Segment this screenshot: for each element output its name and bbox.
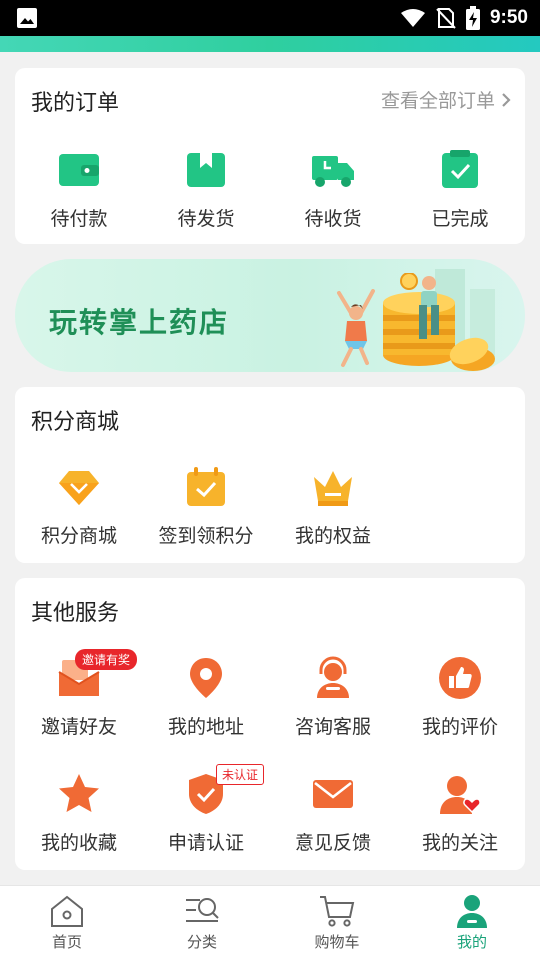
location-pin-icon: [190, 658, 222, 698]
order-pending-shipment-label: 待发货: [177, 208, 235, 230]
clock: 9:50: [489, 7, 528, 28]
tab-category-label: 分类: [186, 933, 217, 951]
my-favorites-label: 我的收藏: [40, 832, 117, 854]
my-reviews-label: 我的评价: [421, 716, 498, 738]
order-pending-payment-label: 待付款: [50, 208, 108, 230]
mail-icon: [313, 780, 353, 808]
orders-card: 我的订单 查看全部订单 待付款 待发货 待收货 已完成: [15, 68, 525, 244]
view-all-orders-label: 查看全部订单: [380, 90, 495, 112]
user-icon: [457, 895, 487, 928]
my-follows-label: 我的关注: [421, 832, 498, 854]
my-favorites[interactable]: 我的收藏: [15, 772, 143, 855]
my-address-label: 我的地址: [167, 716, 244, 738]
invite-friends-label: 邀请好友: [40, 716, 117, 738]
user-heart-icon: [440, 776, 481, 814]
sign-in-points-label: 签到领积分: [158, 525, 254, 547]
order-pending-receipt-label: 待收货: [304, 208, 362, 230]
check-clipboard-icon: [442, 150, 478, 188]
box-icon: [187, 153, 225, 187]
wallet-icon: [59, 154, 99, 186]
customer-service-icon: [317, 656, 349, 698]
sign-in-points[interactable]: 签到领积分: [142, 465, 270, 548]
feedback[interactable]: 意见反馈: [269, 772, 397, 855]
tab-home-label: 首页: [51, 933, 82, 951]
battery-charging-icon: [465, 6, 480, 30]
truck-icon: [312, 156, 354, 187]
diamond-icon: [59, 471, 99, 505]
order-pending-receipt[interactable]: 待收货: [269, 148, 397, 231]
chevron-right-icon: [502, 92, 511, 107]
thumbs-up-icon: [439, 657, 481, 699]
header-background: [0, 36, 540, 52]
my-benefits-label: 我的权益: [294, 525, 371, 547]
bottom-tab-bar: 首页 分类 购物车 我的: [0, 885, 540, 960]
star-icon: [59, 774, 99, 812]
my-reviews[interactable]: 我的评价: [396, 656, 524, 739]
no-sim-icon: [436, 8, 456, 29]
my-address[interactable]: 我的地址: [142, 656, 270, 739]
customer-service-label: 咨询客服: [294, 716, 371, 738]
cart-icon: [320, 896, 355, 927]
points-mall-title: 积分商城: [31, 410, 120, 435]
gallery-notification-icon: [17, 8, 37, 28]
crown-icon: [314, 471, 352, 506]
orders-title: 我的订单: [31, 91, 120, 116]
uncertified-badge: 未认证: [216, 764, 265, 785]
tab-category[interactable]: 分类: [162, 894, 242, 952]
jumping-person-illustration: [337, 289, 375, 367]
invite-reward-badge: 邀请有奖: [75, 649, 138, 670]
tab-cart-label: 购物车: [314, 933, 360, 951]
apply-certification-label: 申请认证: [167, 832, 244, 854]
points-mall-card: 积分商城 积分商城 签到领积分 我的权益: [15, 387, 525, 563]
calendar-check-icon: [187, 467, 225, 506]
view-all-orders-link[interactable]: 查看全部订单: [381, 86, 511, 113]
order-completed-label: 已完成: [431, 208, 489, 230]
points-mall-entry[interactable]: 积分商城: [15, 465, 143, 548]
my-benefits[interactable]: 我的权益: [269, 465, 397, 548]
banner-title: 玩转掌上药店: [49, 306, 230, 339]
category-search-icon: [186, 898, 219, 922]
feedback-label: 意见反馈: [294, 832, 371, 854]
wifi-icon: [400, 9, 425, 27]
order-completed[interactable]: 已完成: [396, 148, 524, 231]
home-icon: [51, 895, 83, 927]
tab-home[interactable]: 首页: [27, 894, 107, 952]
promo-banner[interactable]: 玩转掌上药店: [15, 259, 525, 372]
tab-cart[interactable]: 购物车: [297, 894, 377, 952]
tab-mine[interactable]: 我的: [432, 894, 512, 952]
my-follows[interactable]: 我的关注: [396, 772, 524, 855]
order-pending-shipment[interactable]: 待发货: [142, 148, 270, 231]
coin-stack-illustration: [383, 273, 495, 371]
points-mall-entry-label: 积分商城: [40, 525, 117, 547]
status-bar: 9:50: [0, 0, 540, 36]
customer-service[interactable]: 咨询客服: [269, 656, 397, 739]
tab-mine-label: 我的: [456, 933, 487, 951]
order-pending-payment[interactable]: 待付款: [15, 148, 143, 231]
other-services-title: 其他服务: [31, 601, 120, 626]
other-services-card: 其他服务 邀请好友 邀请有奖 我的地址 咨询客服 我的评价 我的收藏 申请认证 …: [15, 578, 525, 870]
